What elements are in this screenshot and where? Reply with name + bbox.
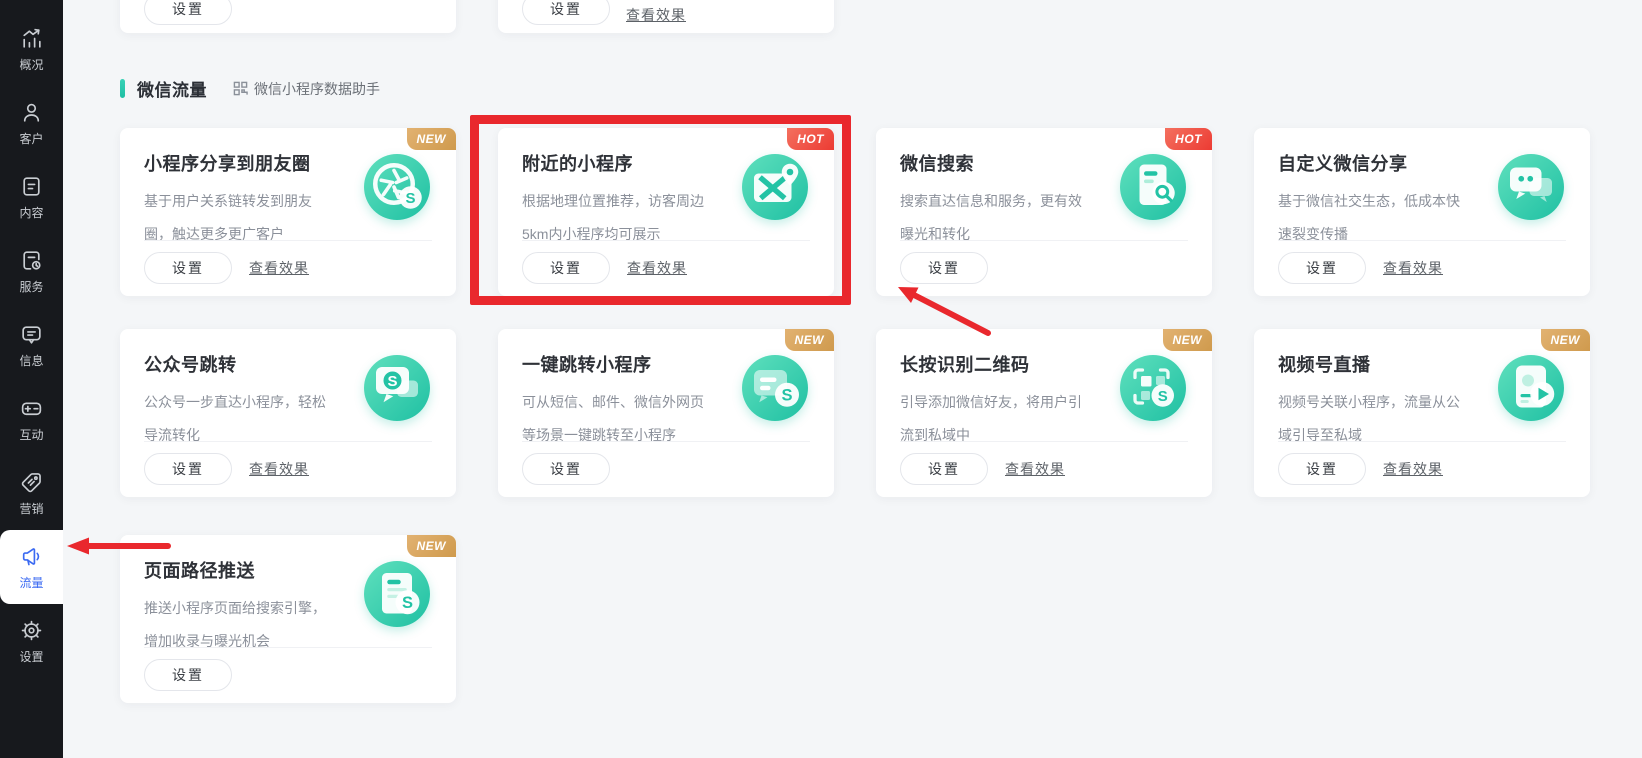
section-header: 微信流量 微信小程序数据助手 bbox=[120, 76, 380, 101]
card-video-live: NEW 视频号直播 视频号关联小程序，流量从公域引导至私域 设置 查看效果 bbox=[1254, 329, 1590, 497]
wechat-chat-bubbles-icon bbox=[1498, 154, 1564, 220]
moments-share-icon: S bbox=[364, 154, 430, 220]
sidebar-item-interaction[interactable]: 互动 bbox=[0, 382, 63, 456]
sidebar-item-customers[interactable]: 客户 bbox=[0, 86, 63, 160]
partial-card: 设置 查看效果 bbox=[498, 0, 834, 33]
view-effect-link[interactable]: 查看效果 bbox=[626, 5, 686, 25]
service-doc-icon bbox=[23, 250, 41, 270]
phone-search-icon bbox=[1120, 154, 1186, 220]
new-badge: NEW bbox=[1162, 329, 1212, 351]
official-account-icon: S bbox=[364, 355, 430, 421]
sidebar-item-marketing[interactable]: 营销 bbox=[0, 456, 63, 530]
settings-button[interactable]: 设置 bbox=[1278, 453, 1366, 485]
settings-button[interactable]: 设置 bbox=[144, 0, 232, 25]
settings-button[interactable]: 设置 bbox=[144, 659, 232, 691]
settings-button[interactable]: 设置 bbox=[144, 252, 232, 284]
view-effect-link[interactable]: 查看效果 bbox=[249, 258, 309, 278]
video-live-icon bbox=[1498, 355, 1564, 421]
svg-text:S: S bbox=[781, 387, 792, 405]
view-effect-link[interactable]: 查看效果 bbox=[627, 258, 687, 278]
settings-button[interactable]: 设置 bbox=[522, 0, 610, 25]
settings-button[interactable]: 设置 bbox=[522, 252, 610, 284]
card-one-click-jump: NEW 一键跳转小程序 可从短信、邮件、微信外网页等场景一键跳转至小程序 S 设… bbox=[498, 329, 834, 497]
sidebar-item-label: 客户 bbox=[19, 131, 44, 146]
miniprogram-data-helper-link[interactable]: 微信小程序数据助手 bbox=[233, 79, 380, 99]
sidebar-item-traffic[interactable]: 流量 bbox=[0, 530, 63, 604]
sidebar-item-services[interactable]: 服务 bbox=[0, 234, 63, 308]
sidebar-item-messages[interactable]: 信息 bbox=[0, 308, 63, 382]
game-controller-icon bbox=[21, 401, 42, 415]
sidebar-item-label: 设置 bbox=[19, 649, 44, 664]
jump-miniprogram-icon: S bbox=[742, 355, 808, 421]
settings-button[interactable]: 设置 bbox=[900, 252, 988, 284]
sidebar-item-settings[interactable]: 设置 bbox=[0, 604, 63, 678]
card-description: 引导添加微信好友，将用户引流到私域中 bbox=[900, 394, 1082, 443]
new-badge: NEW bbox=[406, 535, 456, 557]
qrcode-icon: S bbox=[1120, 355, 1186, 421]
grid-qr-icon bbox=[233, 81, 248, 96]
hot-badge: HOT bbox=[787, 128, 834, 150]
view-effect-link[interactable]: 查看效果 bbox=[249, 459, 309, 479]
sidebar-item-label: 营销 bbox=[19, 501, 44, 516]
sidebar-item-label: 信息 bbox=[19, 353, 44, 368]
card-description: 根据地理位置推荐，访客周边5km内小程序均可展示 bbox=[522, 193, 704, 242]
sidebar-item-label: 互动 bbox=[19, 427, 44, 442]
settings-button[interactable]: 设置 bbox=[522, 453, 610, 485]
sidebar-item-label: 概况 bbox=[19, 57, 44, 72]
new-badge: NEW bbox=[406, 128, 456, 150]
svg-text:S: S bbox=[387, 373, 397, 390]
sidebar-item-content[interactable]: 内容 bbox=[0, 160, 63, 234]
svg-text:S: S bbox=[1158, 388, 1168, 405]
section-title: 微信流量 bbox=[137, 81, 207, 100]
card-official-account-jump: 公众号跳转 公众号一步直达小程序，轻松导流转化 S 设置 查看效果 bbox=[120, 329, 456, 497]
svg-text:S: S bbox=[405, 190, 415, 207]
card-nearby-miniprogram: HOT 附近的小程序 根据地理位置推荐，访客周边5km内小程序均可展示 设置 查… bbox=[470, 115, 851, 305]
view-effect-link[interactable]: 查看效果 bbox=[1005, 459, 1065, 479]
sidebar-item-label: 服务 bbox=[19, 279, 44, 294]
card-description: 可从短信、邮件、微信外网页等场景一键跳转至小程序 bbox=[522, 394, 704, 443]
accent-bar bbox=[120, 79, 125, 98]
card-description: 视频号关联小程序，流量从公域引导至私域 bbox=[1278, 394, 1460, 443]
card-description: 基于用户关系链转发到朋友圈，触达更多更广客户 bbox=[144, 193, 312, 242]
chart-trend-icon bbox=[23, 28, 41, 48]
main-content: 设置 设置 查看效果 微信流量 微信小程序数据助手 NEW 小程序分享到朋友圈 … bbox=[63, 0, 1642, 758]
view-effect-link[interactable]: 查看效果 bbox=[1383, 459, 1443, 479]
hot-badge: HOT bbox=[1165, 128, 1212, 150]
settings-button[interactable]: 设置 bbox=[144, 453, 232, 485]
sidebar-item-label: 内容 bbox=[19, 205, 44, 220]
card-wechat-search: HOT 微信搜索 搜索直达信息和服务，更有效曝光和转化 设置 bbox=[876, 128, 1212, 296]
card-description: 公众号一步直达小程序，轻松导流转化 bbox=[144, 394, 326, 443]
customer-icon bbox=[23, 103, 40, 122]
sidebar-item-overview[interactable]: 概况 bbox=[0, 12, 63, 86]
sidebar-item-label: 流量 bbox=[19, 575, 44, 590]
card-long-press-qrcode: NEW 长按识别二维码 引导添加微信好友，将用户引流到私域中 S 设置 查看效果 bbox=[876, 329, 1212, 497]
price-tag-icon bbox=[21, 472, 41, 492]
helper-label: 微信小程序数据助手 bbox=[254, 80, 380, 97]
map-location-icon bbox=[742, 154, 808, 220]
sidebar: 概况 客户 内容 服务 信息 互动 营销 流量 设置 bbox=[0, 0, 63, 758]
card-description: 基于微信社交生态，低成本快速裂变传播 bbox=[1278, 193, 1460, 242]
megaphone-icon bbox=[22, 547, 40, 565]
previous-section-cards: 设置 设置 查看效果 bbox=[120, 0, 834, 33]
message-bubble-icon bbox=[22, 325, 41, 344]
card-custom-wechat-share: 自定义微信分享 基于微信社交生态，低成本快速裂变传播 设置 查看效果 bbox=[1254, 128, 1590, 296]
new-badge: NEW bbox=[1540, 329, 1590, 351]
settings-button[interactable]: 设置 bbox=[900, 453, 988, 485]
card-description: 推送小程序页面给搜索引擎，增加收录与曝光机会 bbox=[144, 600, 326, 649]
partial-card: 设置 bbox=[120, 0, 456, 33]
svg-text:S: S bbox=[402, 594, 413, 612]
view-effect-link[interactable]: 查看效果 bbox=[1383, 258, 1443, 278]
page-push-icon: S bbox=[364, 561, 430, 627]
card-description: 搜索直达信息和服务，更有效曝光和转化 bbox=[900, 193, 1082, 242]
gear-icon bbox=[21, 620, 42, 640]
card-page-path-push: NEW 页面路径推送 推送小程序页面给搜索引擎，增加收录与曝光机会 S 设置 bbox=[120, 535, 456, 703]
card-share-to-moments: NEW 小程序分享到朋友圈 基于用户关系链转发到朋友圈，触达更多更广客户 S 设… bbox=[120, 128, 456, 296]
new-badge: NEW bbox=[784, 329, 834, 351]
settings-button[interactable]: 设置 bbox=[1278, 252, 1366, 284]
document-icon bbox=[23, 176, 40, 196]
